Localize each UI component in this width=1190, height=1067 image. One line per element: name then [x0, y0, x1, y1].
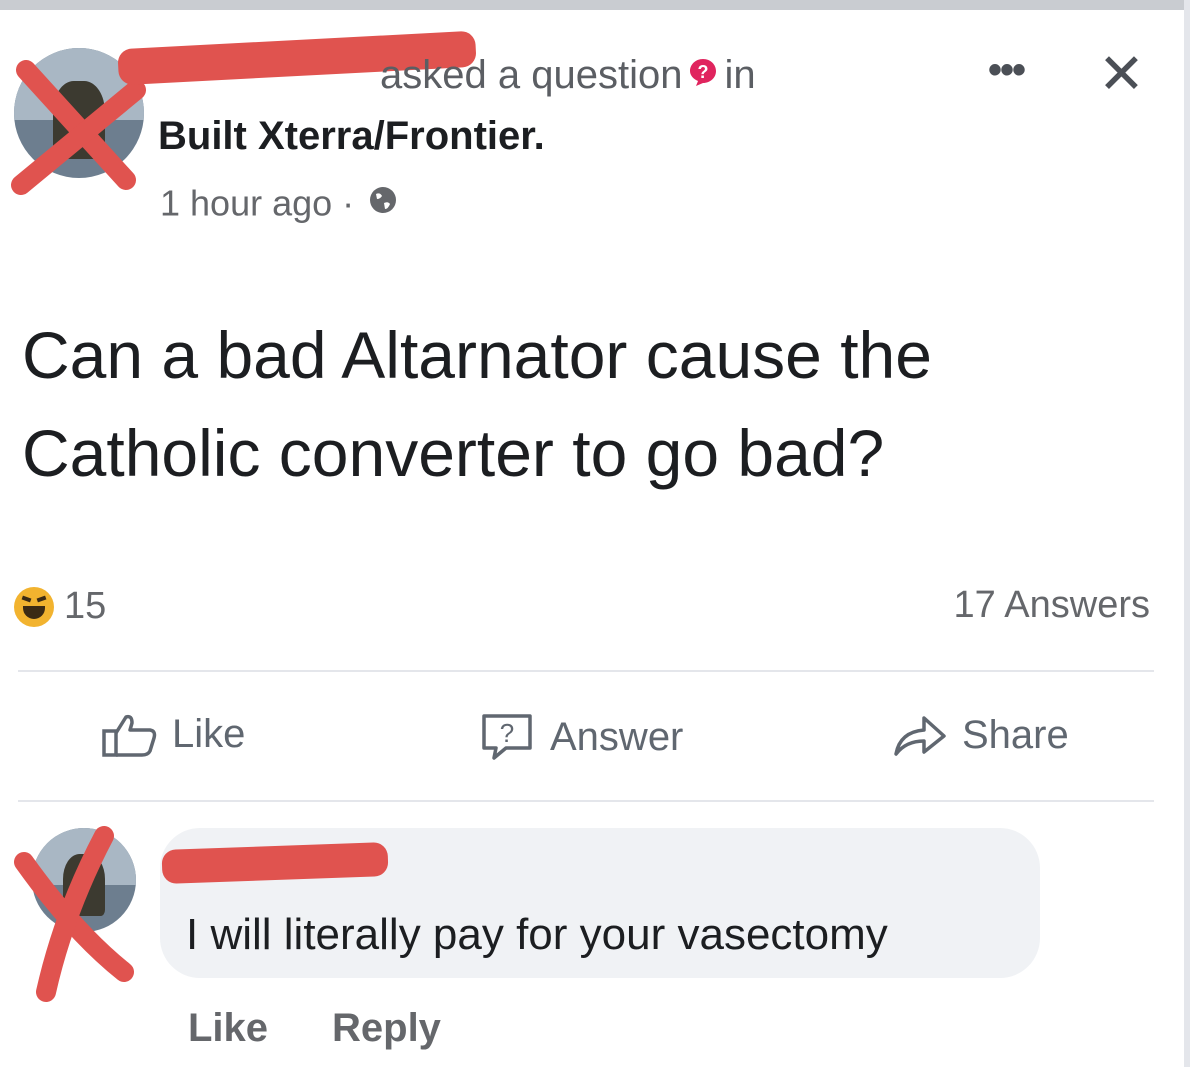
comment-text: I will literally pay for your vasectomy	[186, 910, 888, 959]
share-arrow-icon	[894, 716, 946, 756]
answers-count-link[interactable]: 17 Answers	[954, 584, 1150, 627]
more-options-button[interactable]: •••	[988, 48, 1026, 93]
share-button[interactable]: Share	[892, 712, 1069, 758]
right-border	[1184, 0, 1190, 1067]
post-header-line: asked a question? in	[380, 52, 756, 103]
like-button[interactable]: Like	[102, 712, 245, 757]
globe-icon	[368, 182, 398, 224]
like-label: Like	[172, 712, 246, 756]
timestamp-separator: ·	[342, 182, 355, 224]
in-label: in	[724, 53, 756, 98]
divider	[18, 800, 1154, 802]
svg-text:?: ?	[500, 718, 514, 748]
comment-like-button[interactable]: Like	[188, 1006, 268, 1051]
haha-reaction-icon	[14, 586, 54, 627]
question-bubble-icon: ?	[482, 714, 532, 760]
top-border	[0, 0, 1190, 10]
post-timestamp[interactable]: 1 hour ago	[160, 183, 332, 224]
reaction-count: 15	[64, 585, 107, 627]
svg-text:?: ?	[698, 62, 709, 82]
share-label: Share	[962, 712, 1069, 757]
post-timestamp-row: 1 hour ago ·	[160, 182, 398, 230]
divider	[18, 670, 1154, 672]
question-badge-icon: ?	[688, 52, 718, 97]
answer-label: Answer	[550, 714, 684, 759]
reactions-summary[interactable]: 15	[14, 585, 106, 628]
group-name-link[interactable]: Built Xterra/Frontier.	[158, 114, 545, 159]
answer-button[interactable]: ? Answer	[478, 712, 683, 762]
comment-reply-button[interactable]: Reply	[332, 1006, 441, 1051]
close-button[interactable]: ✕	[1098, 46, 1145, 102]
redaction-x-mark	[14, 826, 134, 1002]
question-text: Can a bad Altarnator cause the Catholic …	[22, 318, 932, 490]
thumbs-up-icon	[102, 714, 157, 757]
asked-question-text: asked a question	[380, 53, 683, 98]
